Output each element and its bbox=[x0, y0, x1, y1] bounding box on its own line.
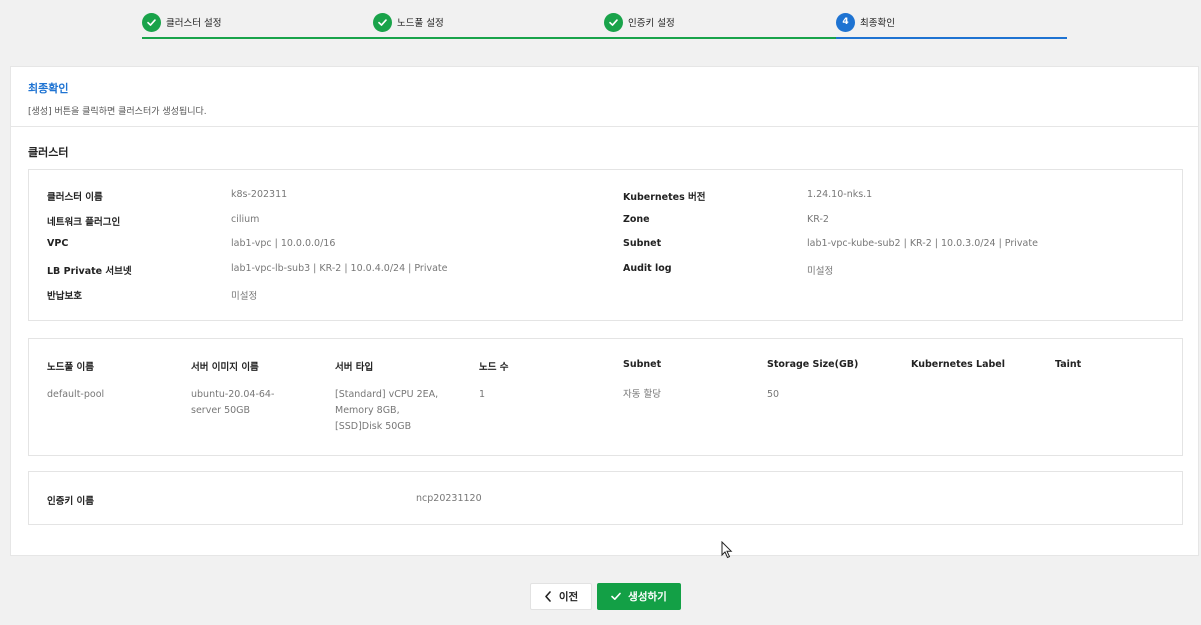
cluster-section-title: 클러스터 bbox=[28, 146, 69, 159]
stepper-progress-line bbox=[142, 37, 836, 39]
field-label: LB Private 서브넷 bbox=[47, 266, 132, 277]
table-cell-server-image: ubuntu-20.04-64- server 50GB bbox=[191, 387, 274, 419]
field-label: 네트워크 플러그인 bbox=[47, 217, 121, 228]
page-title: 최종확인 bbox=[28, 82, 69, 95]
cell-line: [Standard] vCPU 2EA, bbox=[335, 389, 439, 400]
check-icon bbox=[604, 12, 623, 32]
wizard-stepper: 클러스터 설정 노드풀 설정 인증키 설정 4 최종확인 bbox=[0, 0, 1201, 40]
field-value: 미설정 bbox=[231, 291, 258, 302]
field-label: Subnet bbox=[623, 238, 662, 249]
table-cell-pool-name: default-pool bbox=[47, 389, 105, 400]
create-button-label: 생성하기 bbox=[628, 591, 667, 603]
final-review-panel: 최종확인 [생성] 버튼을 클릭하면 클러스터가 생성됩니다. 클러스터 클러스… bbox=[10, 66, 1199, 556]
check-icon bbox=[142, 12, 161, 32]
create-button[interactable]: 생성하기 bbox=[597, 583, 681, 610]
field-value: lab1-vpc-kube-sub2 | KR-2 | 10.0.3.0/24 … bbox=[807, 238, 1038, 249]
step-authkey-settings[interactable]: 인증키 설정 bbox=[604, 12, 675, 32]
field-label: Audit log bbox=[623, 263, 672, 274]
table-cell-subnet: 자동 할당 bbox=[623, 389, 661, 400]
authkey-label: 인증키 이름 bbox=[47, 496, 95, 507]
prev-button[interactable]: 이전 bbox=[530, 583, 592, 610]
prev-button-label: 이전 bbox=[558, 591, 579, 603]
field-value: 미설정 bbox=[807, 266, 834, 277]
page-description: [생성] 버튼을 클릭하면 클러스터가 생성됩니다. bbox=[28, 107, 207, 117]
field-label: VPC bbox=[47, 238, 69, 249]
field-label: 클러스터 이름 bbox=[47, 192, 103, 203]
step-label: 클러스터 설정 bbox=[166, 18, 222, 29]
step-label: 최종확인 bbox=[860, 18, 895, 29]
column-header: Kubernetes Label bbox=[911, 359, 1006, 370]
column-header: 노드 수 bbox=[479, 362, 509, 373]
field-value: 1.24.10-nks.1 bbox=[807, 189, 873, 200]
stepper-active-line bbox=[836, 37, 1067, 39]
panel-header: 최종확인 [생성] 버튼을 클릭하면 클러스터가 생성됩니다. bbox=[11, 67, 1198, 127]
field-label: Kubernetes 버전 bbox=[623, 192, 706, 203]
cell-line: server 50GB bbox=[191, 405, 251, 416]
cell-line: Memory 8GB, bbox=[335, 405, 400, 416]
field-label: Zone bbox=[623, 214, 650, 225]
field-value: k8s-202311 bbox=[231, 189, 288, 200]
table-cell-node-count: 1 bbox=[479, 389, 486, 400]
authkey-box: 인증키 이름 ncp20231120 bbox=[28, 471, 1183, 525]
nodepool-table: 노드풀 이름 서버 이미지 이름 서버 타입 노드 수 Subnet Stora… bbox=[28, 338, 1183, 456]
step-nodepool-settings[interactable]: 노드풀 설정 bbox=[373, 12, 444, 32]
check-icon bbox=[611, 592, 621, 600]
field-label: 반납보호 bbox=[47, 291, 82, 302]
step-cluster-settings[interactable]: 클러스터 설정 bbox=[142, 12, 221, 32]
field-value: lab1-vpc | 10.0.0.0/16 bbox=[231, 238, 336, 249]
cell-line: ubuntu-20.04-64- bbox=[191, 389, 275, 400]
cell-line: [SSD]Disk 50GB bbox=[335, 421, 412, 432]
field-value: KR-2 bbox=[807, 214, 829, 225]
authkey-value: ncp20231120 bbox=[416, 493, 482, 504]
field-value: cilium bbox=[231, 214, 260, 225]
table-cell-storage-size: 50 bbox=[767, 389, 780, 400]
chevron-left-icon bbox=[545, 591, 551, 602]
cluster-info-box: 클러스터 이름 k8s-202311 네트워크 플러그인 cilium VPC … bbox=[28, 169, 1183, 321]
step-label: 노드풀 설정 bbox=[397, 18, 444, 29]
field-value: lab1-vpc-lb-sub3 | KR-2 | 10.0.4.0/24 | … bbox=[231, 263, 448, 274]
mouse-cursor-icon bbox=[721, 541, 733, 559]
column-header: Subnet bbox=[623, 359, 662, 370]
column-header: Storage Size(GB) bbox=[767, 359, 859, 370]
table-cell-server-type: [Standard] vCPU 2EA, Memory 8GB, [SSD]Di… bbox=[335, 387, 438, 435]
step-number-badge: 4 bbox=[836, 12, 855, 32]
column-header: 서버 타입 bbox=[335, 362, 374, 373]
step-final-review[interactable]: 4 최종확인 bbox=[836, 12, 895, 32]
column-header: 서버 이미지 이름 bbox=[191, 362, 259, 373]
column-header: Taint bbox=[1055, 359, 1082, 370]
step-label: 인증키 설정 bbox=[628, 18, 675, 29]
check-icon bbox=[373, 12, 392, 32]
column-header: 노드풀 이름 bbox=[47, 362, 95, 373]
